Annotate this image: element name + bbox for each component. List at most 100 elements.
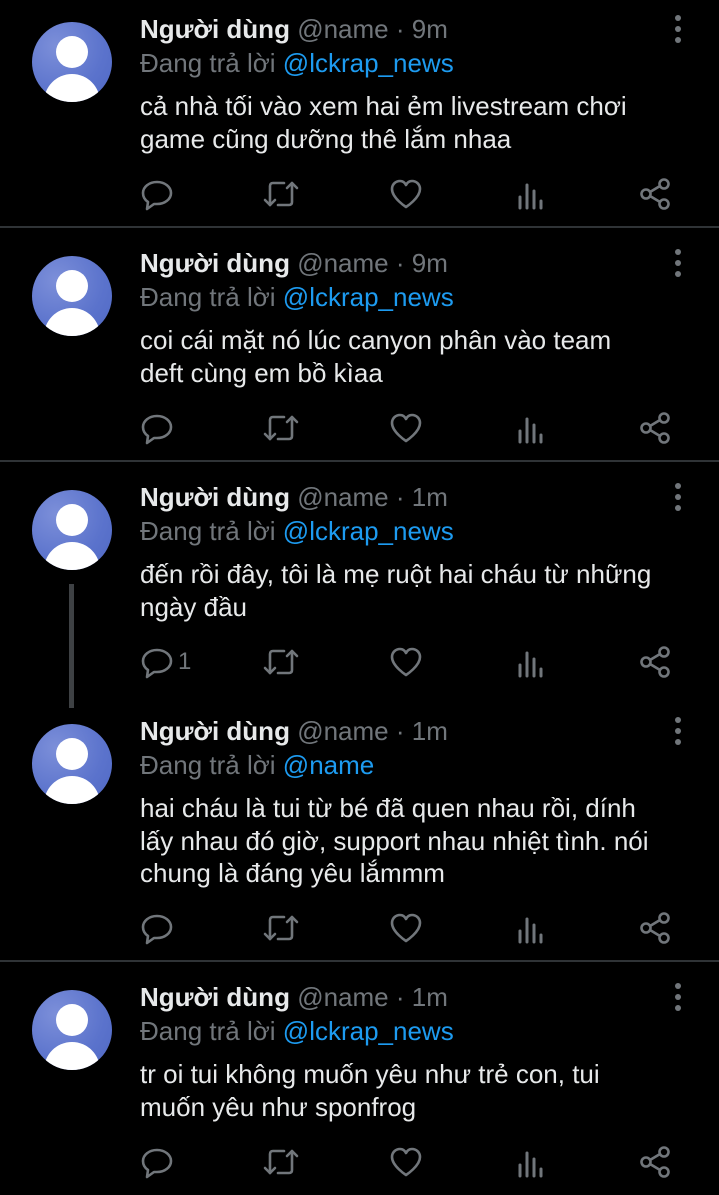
replying-label: Đang trả lời <box>140 1016 276 1046</box>
tweet-header: Người dùng @name · 1m <box>140 714 448 748</box>
share-icon <box>640 412 670 444</box>
tweet-text-line: cả nhà tối vào xem hai ẻm livestream chơ… <box>140 91 627 121</box>
separator: · <box>395 716 405 746</box>
tweet-text-line: đến rồi đây, tôi là mẹ ruột hai cháu từ … <box>140 559 652 589</box>
tweet[interactable]: Người dùng @name · 1m Đang trả lời @lckr… <box>0 468 719 708</box>
tweet-text-line: muốn yêu như sponfrog <box>140 1091 417 1122</box>
views-button[interactable] <box>516 1142 546 1182</box>
retweet-button[interactable] <box>262 908 300 948</box>
tweet[interactable]: Người dùng @name · 1m Đang trả lời @lckr… <box>0 968 719 1195</box>
tweet-text-line: hai cháu là tui từ bé đã quen nhau rồi, … <box>140 793 636 823</box>
share-button[interactable] <box>638 1142 672 1182</box>
tweet-text: hai cháu là tui từ bé đã quen nhau rồi, … <box>140 792 700 890</box>
reply-button[interactable] <box>140 174 178 214</box>
tweet[interactable]: Người dùng @name · 1m Đang trả lời @name… <box>0 702 719 960</box>
more-icon[interactable] <box>668 248 688 278</box>
retweet-icon <box>263 415 299 441</box>
mention-link[interactable]: @lckrap_news <box>283 282 454 312</box>
avatar[interactable] <box>32 256 112 336</box>
action-bar <box>0 408 719 448</box>
views-button[interactable] <box>516 642 546 682</box>
display-name[interactable]: Người dùng <box>140 482 290 512</box>
tweet-header: Người dùng @name · 9m <box>140 12 448 46</box>
replying-label: Đang trả lời <box>140 48 276 78</box>
timestamp[interactable]: 1m <box>412 482 448 512</box>
reply-button[interactable]: 1 <box>140 642 191 682</box>
action-bar <box>0 908 719 948</box>
avatar[interactable] <box>32 724 112 804</box>
more-icon[interactable] <box>668 482 688 512</box>
action-bar <box>0 174 719 214</box>
share-icon <box>640 1146 670 1178</box>
share-button[interactable] <box>638 408 672 448</box>
mention-link[interactable]: @lckrap_news <box>283 48 454 78</box>
like-button[interactable] <box>389 408 423 448</box>
retweet-icon <box>263 1149 299 1175</box>
retweet-button[interactable] <box>262 408 300 448</box>
display-name[interactable]: Người dùng <box>140 982 290 1012</box>
separator: · <box>395 482 405 512</box>
tweet-text-line: game cũng dưỡng thê lắm nhaa <box>140 123 512 154</box>
views-button[interactable] <box>516 174 546 214</box>
reply-button[interactable] <box>140 1142 178 1182</box>
views-button[interactable] <box>516 408 546 448</box>
like-icon <box>390 647 422 677</box>
reply-button[interactable] <box>140 408 178 448</box>
timestamp[interactable]: 9m <box>412 248 448 278</box>
display-name[interactable]: Người dùng <box>140 14 290 44</box>
tweet-text-line: ngày đầu <box>140 591 247 622</box>
tweet-header: Người dùng @name · 9m <box>140 246 448 280</box>
timestamp[interactable]: 1m <box>412 982 448 1012</box>
handle[interactable]: @name <box>297 982 388 1012</box>
tweet[interactable]: Người dùng @name · 9m Đang trả lời @lckr… <box>0 234 719 461</box>
avatar[interactable] <box>32 990 112 1070</box>
share-icon <box>640 646 670 678</box>
reply-icon <box>141 914 173 945</box>
handle[interactable]: @name <box>297 248 388 278</box>
more-icon[interactable] <box>668 982 688 1012</box>
share-button[interactable] <box>638 908 672 948</box>
display-name[interactable]: Người dùng <box>140 248 290 278</box>
retweet-button[interactable] <box>262 1142 300 1182</box>
tweet-text: cả nhà tối vào xem hai ẻm livestream chơ… <box>140 90 700 155</box>
timestamp[interactable]: 9m <box>412 14 448 44</box>
replying-to: Đang trả lời @lckrap_news <box>140 280 454 314</box>
retweet-button[interactable] <box>262 174 300 214</box>
replying-to: Đang trả lời @lckrap_news <box>140 1014 454 1048</box>
tweet-divider <box>0 960 719 962</box>
share-button[interactable] <box>638 642 672 682</box>
avatar[interactable] <box>32 22 112 102</box>
mention-link[interactable]: @lckrap_news <box>283 1016 454 1046</box>
retweet-icon <box>263 915 299 941</box>
retweet-icon <box>263 649 299 675</box>
like-icon <box>390 913 422 943</box>
share-button[interactable] <box>638 174 672 214</box>
handle[interactable]: @name <box>297 14 388 44</box>
more-icon[interactable] <box>668 716 688 746</box>
replying-to: Đang trả lời @name <box>140 748 374 782</box>
share-icon <box>640 178 670 210</box>
views-button[interactable] <box>516 908 546 948</box>
handle[interactable]: @name <box>297 482 388 512</box>
avatar[interactable] <box>32 490 112 570</box>
reply-button[interactable] <box>140 908 178 948</box>
tweet-text-line: tr oi tui không muốn yêu như trẻ con, tu… <box>140 1059 600 1089</box>
mention-link[interactable]: @name <box>283 750 374 780</box>
views-icon <box>518 183 543 210</box>
handle[interactable]: @name <box>297 716 388 746</box>
timestamp[interactable]: 1m <box>412 716 448 746</box>
mention-link[interactable]: @lckrap_news <box>283 516 454 546</box>
reply-icon <box>141 180 173 211</box>
more-icon[interactable] <box>668 14 688 44</box>
separator: · <box>395 14 405 44</box>
like-button[interactable] <box>389 642 423 682</box>
like-button[interactable] <box>389 1142 423 1182</box>
like-icon <box>390 1147 422 1177</box>
retweet-icon <box>263 181 299 207</box>
like-button[interactable] <box>389 908 423 948</box>
display-name[interactable]: Người dùng <box>140 716 290 746</box>
retweet-button[interactable] <box>262 642 300 682</box>
like-button[interactable] <box>389 174 423 214</box>
views-icon <box>518 917 543 944</box>
tweet[interactable]: Người dùng @name · 9m Đang trả lời @lckr… <box>0 0 719 227</box>
